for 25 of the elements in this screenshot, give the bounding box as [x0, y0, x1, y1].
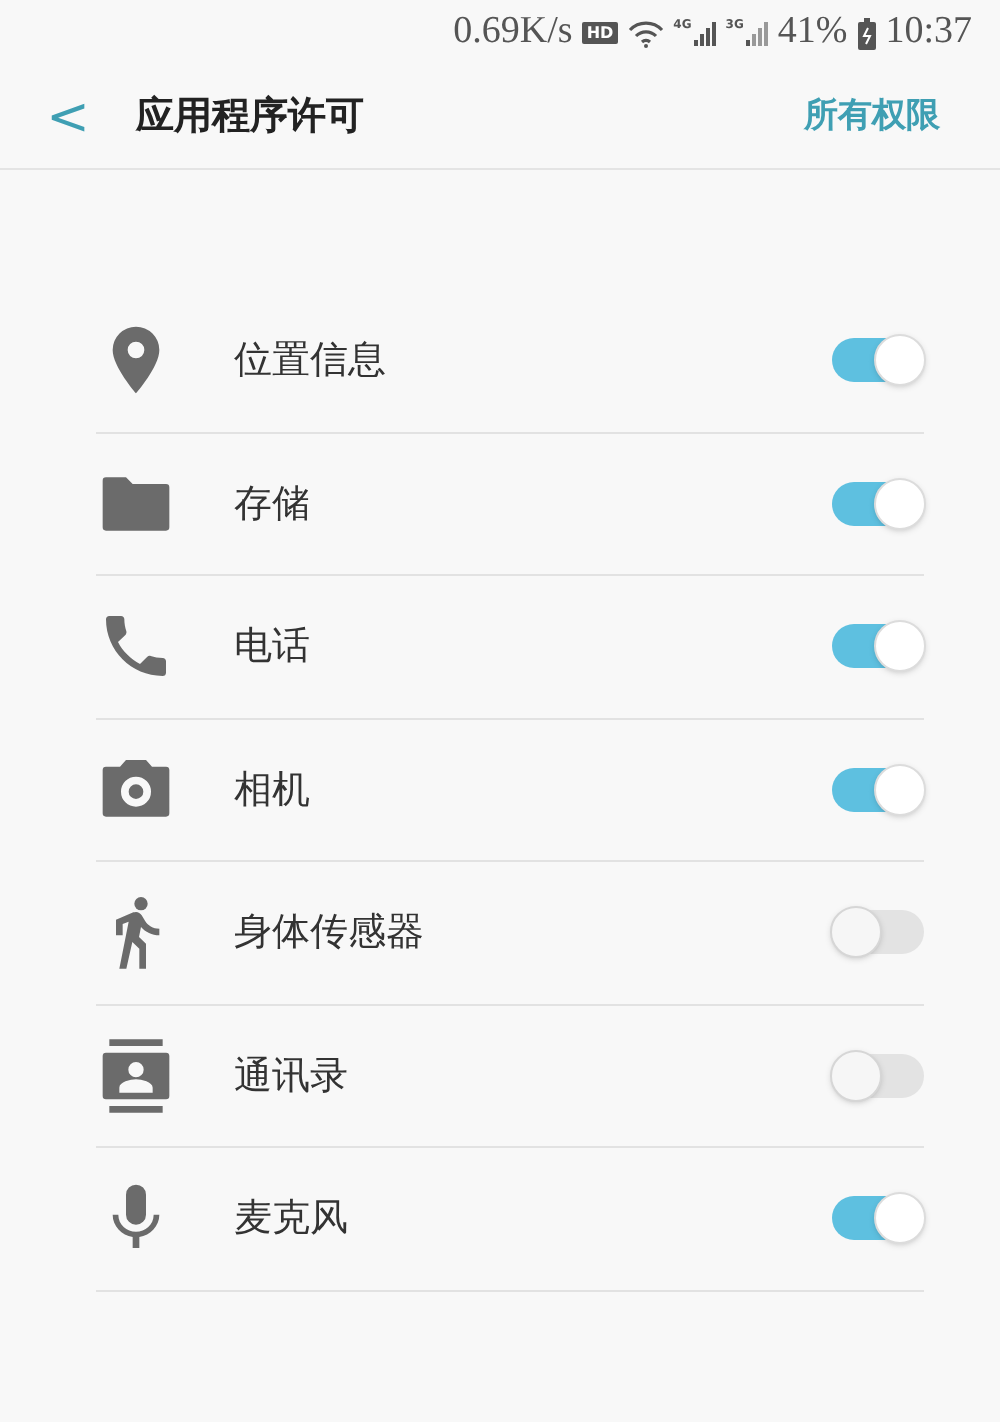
permission-label: 麦克风 — [234, 1194, 348, 1244]
hd-badge: HD — [582, 22, 618, 44]
toggle-switch[interactable] — [832, 624, 924, 669]
toggle-switch[interactable] — [832, 910, 924, 955]
signal-icon — [693, 20, 716, 46]
network-speed: 0.69K/s — [453, 8, 573, 57]
toggle-switch[interactable] — [832, 481, 924, 526]
clock: 10:37 — [885, 8, 972, 57]
wifi-icon — [627, 19, 664, 47]
permission-label: 存储 — [234, 479, 310, 529]
back-button[interactable]: < — [44, 91, 92, 143]
permission-label: 相机 — [234, 765, 310, 815]
toggle-switch[interactable] — [832, 338, 924, 383]
battery-icon — [857, 17, 876, 49]
page-title: 应用程序许可 — [136, 92, 364, 143]
signal-icon — [745, 20, 768, 46]
permission-label: 通讯录 — [234, 1051, 348, 1101]
all-permissions-link[interactable]: 所有权限 — [804, 91, 940, 143]
toggle-switch[interactable] — [832, 1053, 924, 1098]
toggle-switch[interactable] — [832, 767, 924, 812]
battery-percent: 41% — [777, 8, 848, 57]
permission-label: 电话 — [234, 622, 310, 672]
permission-label: 身体传感器 — [234, 908, 424, 958]
permission-label: 位置信息 — [234, 336, 386, 386]
toggle-switch[interactable] — [832, 1196, 924, 1241]
